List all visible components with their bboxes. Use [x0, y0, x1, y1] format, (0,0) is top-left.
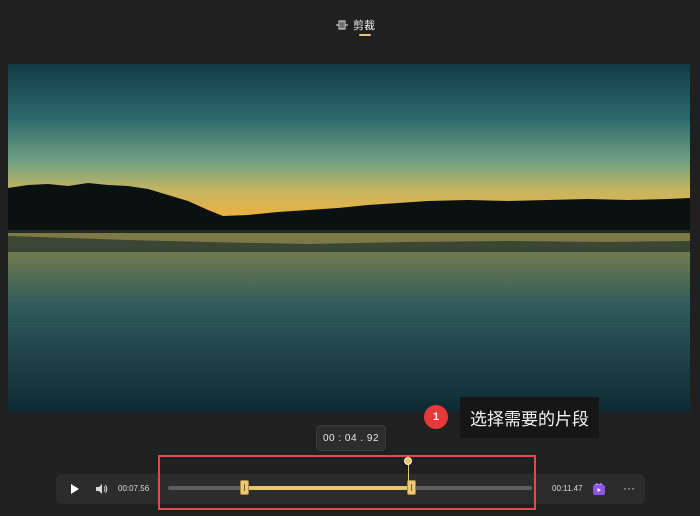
video-clip-icon[interactable]: [592, 482, 606, 496]
current-time: 00:07.56: [118, 484, 150, 493]
step-instruction: 选择需要的片段: [460, 396, 599, 438]
video-preview[interactable]: [8, 64, 690, 412]
playhead-time-display: 00 : 04 . 92: [316, 425, 386, 451]
trim-start-handle[interactable]: [239, 480, 249, 495]
crop-trim-icon: [336, 20, 348, 30]
timeline-track[interactable]: [168, 480, 532, 495]
more-options-button[interactable]: ···: [622, 480, 636, 496]
video-frame-image: [8, 64, 690, 412]
selected-segment: [244, 486, 412, 490]
volume-icon[interactable]: [94, 482, 108, 496]
active-tab-indicator: [359, 34, 371, 36]
playhead-line: [408, 461, 410, 488]
playhead-handle[interactable]: [404, 457, 413, 465]
play-icon[interactable]: [66, 481, 82, 497]
step-number-badge: 1: [424, 405, 448, 429]
tab-crop-label: 剪裁: [353, 20, 375, 32]
end-time: 00:11.47: [552, 484, 583, 493]
step-callout: 1 选择需要的片段: [424, 396, 599, 438]
tab-crop[interactable]: 剪裁: [336, 14, 375, 36]
top-bar: 剪裁: [0, 0, 700, 60]
